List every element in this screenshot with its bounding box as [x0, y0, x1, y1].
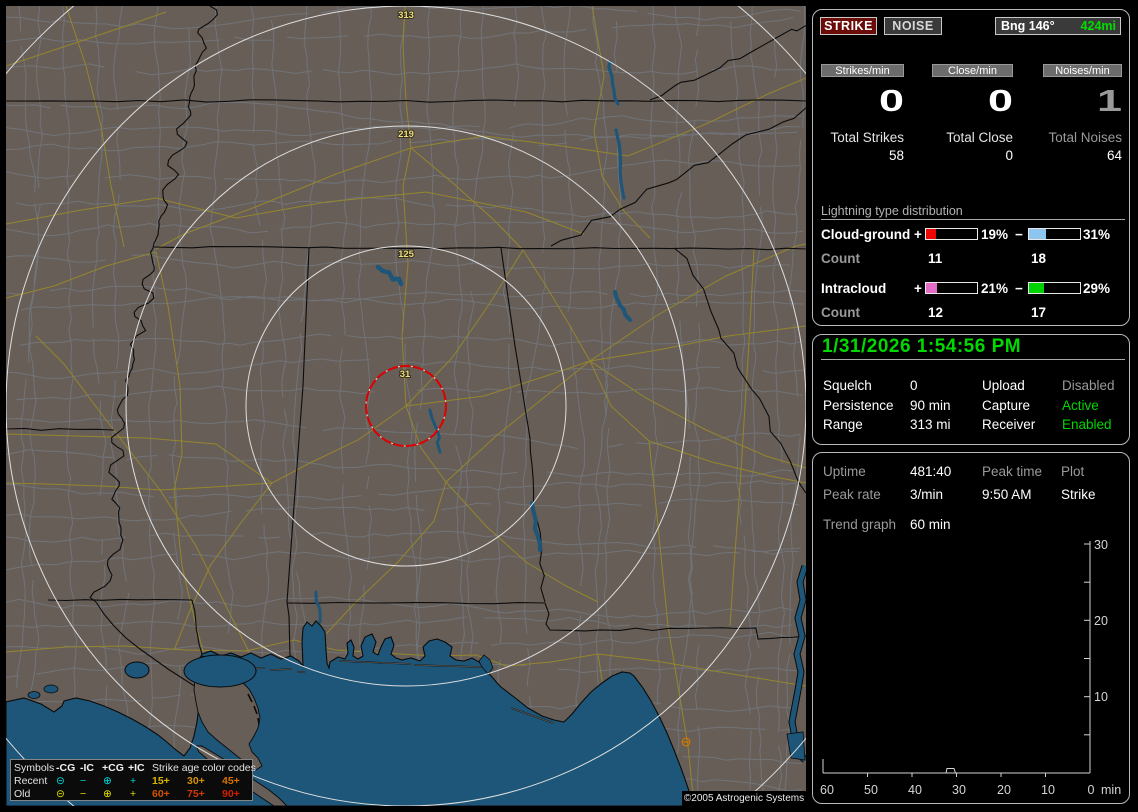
svg-text:50: 50 [864, 783, 878, 797]
svg-text:313: 313 [398, 10, 414, 21]
svg-text:60: 60 [820, 783, 834, 797]
svg-text:40: 40 [908, 783, 922, 797]
svg-text:10: 10 [1041, 783, 1055, 797]
svg-text:219: 219 [398, 129, 414, 140]
svg-text:20: 20 [997, 783, 1011, 797]
svg-text:min: min [1101, 783, 1121, 797]
svg-text:20: 20 [1094, 614, 1108, 628]
svg-text:125: 125 [398, 249, 415, 260]
svg-text:30: 30 [952, 783, 966, 797]
svg-text:0: 0 [1088, 783, 1095, 797]
svg-text:10: 10 [1094, 690, 1108, 704]
svg-text:31: 31 [400, 369, 411, 380]
svg-text:30: 30 [1094, 538, 1108, 552]
